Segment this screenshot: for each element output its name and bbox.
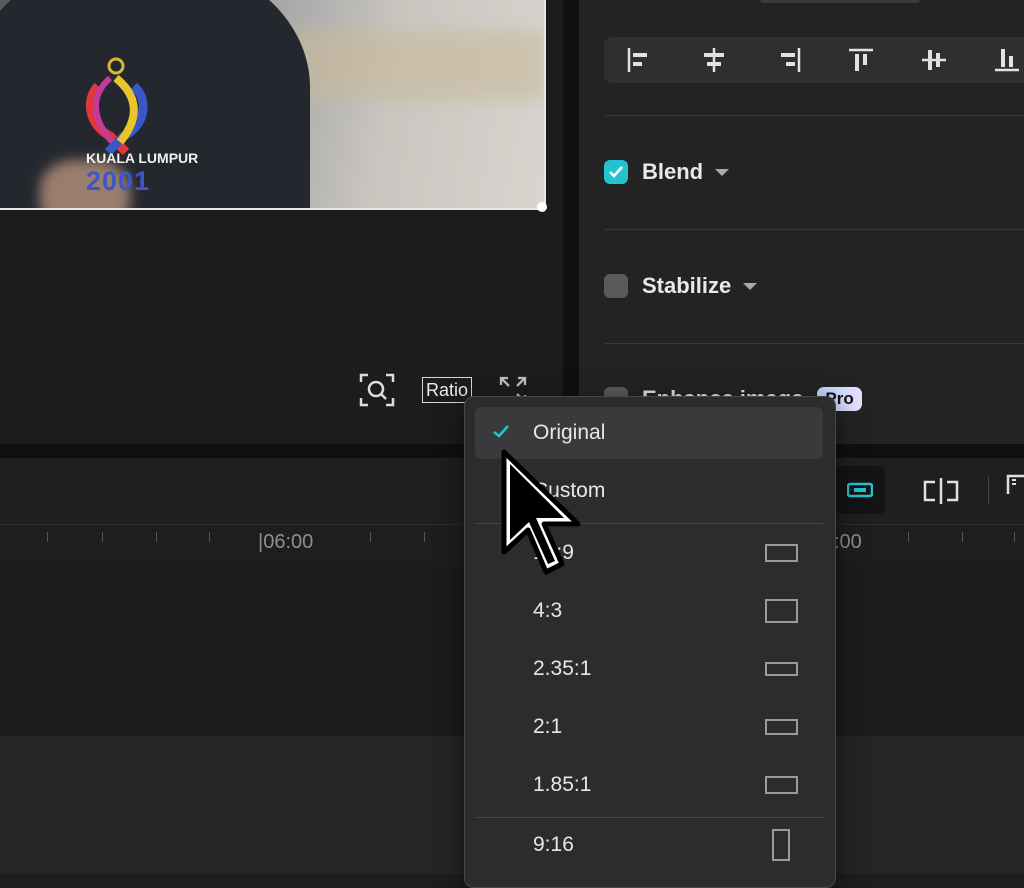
ratio-option-2-1[interactable]: 2:1: [475, 701, 823, 753]
align-bottom-icon[interactable]: [971, 47, 1024, 73]
ruler-label: |06:00: [258, 531, 314, 553]
ratio-option-label: Original: [533, 421, 606, 444]
blend-checkbox[interactable]: [604, 160, 628, 184]
align-left-icon[interactable]: [604, 47, 677, 73]
ratio-option-label: 2:1: [533, 715, 563, 738]
split-icon[interactable]: [922, 476, 960, 511]
stabilize-label: Stabilize: [642, 273, 732, 298]
checkmark-icon: [493, 425, 509, 438]
ratio-9-16-icon: [772, 829, 790, 861]
resize-handle[interactable]: [537, 202, 547, 212]
ratio-4-3-icon: [765, 599, 798, 623]
ratio-option-4-3[interactable]: 4:3: [475, 585, 823, 637]
ruler-tick: [209, 532, 210, 542]
align-center-h-icon[interactable]: [677, 47, 750, 73]
ruler-tick: [47, 532, 48, 542]
link-icon: [847, 482, 873, 498]
ratio-option-9-16[interactable]: 9:16: [475, 819, 823, 871]
align-middle-v-icon[interactable]: [897, 47, 970, 73]
ruler-tick: [156, 532, 157, 542]
section-divider: [604, 229, 1024, 230]
align-top-icon[interactable]: [824, 47, 897, 73]
scroll-indicator: [760, 0, 920, 3]
ruler-tick: [908, 532, 909, 542]
emblem-text-line2: 2001: [86, 166, 151, 196]
ratio-option-label: 4:3: [533, 599, 563, 622]
link-button[interactable]: [835, 466, 885, 514]
ruler-label: :00: [834, 531, 862, 553]
emblem-text-line1: KUALA LUMPUR: [86, 150, 199, 166]
ratio-16-9-icon: [765, 544, 798, 562]
video-frame[interactable]: KUALA LUMPUR 2001: [0, 0, 546, 210]
blend-label: Blend: [642, 159, 704, 184]
zoom-fit-icon[interactable]: [358, 372, 396, 408]
ruler-tick: [102, 532, 103, 542]
section-divider: [604, 343, 1024, 344]
ruler-tick: [424, 532, 425, 542]
ruler-tick: [370, 532, 371, 542]
ratio-2-35-1-icon: [765, 662, 798, 676]
ruler-tick: [1014, 532, 1015, 542]
stabilize-checkbox[interactable]: [604, 274, 628, 298]
checkmark-icon: [609, 166, 623, 178]
ratio-option-label: 2.35:1: [533, 657, 592, 680]
menu-separator: [475, 817, 823, 818]
ratio-button[interactable]: Ratio: [422, 377, 473, 403]
align-right-icon[interactable]: [751, 47, 824, 73]
ratio-option-label: 9:16: [533, 833, 574, 856]
blend-row[interactable]: Blend: [604, 157, 730, 187]
mouse-cursor-icon: [501, 449, 581, 575]
panel-divider-vertical[interactable]: [563, 0, 579, 444]
stabilize-row[interactable]: Stabilize: [604, 271, 758, 301]
alignment-toolbar: [604, 37, 1024, 83]
chevron-down-icon[interactable]: [743, 282, 758, 290]
ratio-option-2-35-1[interactable]: 2.35:1: [475, 643, 823, 695]
ratio-option-label: 1.85:1: [533, 773, 592, 796]
marker-icon[interactable]: [1004, 472, 1024, 507]
chevron-down-icon[interactable]: [715, 168, 730, 176]
toolbar-separator: [988, 476, 989, 504]
ratio-option-1-85-1[interactable]: 1.85:1: [475, 759, 823, 811]
ratio-2-1-icon: [765, 719, 798, 735]
section-divider: [604, 115, 1024, 116]
ruler-tick: [962, 532, 963, 542]
ratio-1-85-1-icon: [765, 776, 798, 794]
